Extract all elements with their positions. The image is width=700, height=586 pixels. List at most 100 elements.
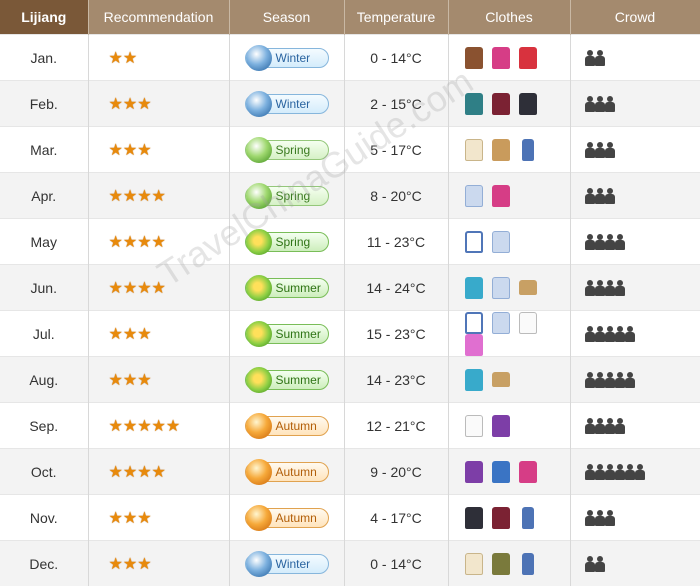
recommendation-cell: ★★★★★ <box>88 403 229 449</box>
clothes-cell <box>448 35 570 81</box>
person-icon <box>605 464 615 480</box>
clothes-cell <box>448 403 570 449</box>
star-icon: ★ <box>137 188 151 205</box>
person-icon <box>615 326 625 342</box>
person-icon <box>585 556 595 572</box>
star-icon: ★ <box>123 510 137 527</box>
spring-season-icon <box>246 137 272 163</box>
shirt-white-icon <box>519 312 537 334</box>
clothes-cell <box>448 219 570 265</box>
season-cell: Summer <box>229 357 344 403</box>
season-cell: Autumn <box>229 495 344 541</box>
autumn-season-icon <box>246 459 272 485</box>
star-icon: ★ <box>109 510 123 527</box>
season-cell: Spring <box>229 219 344 265</box>
star-icon: ★ <box>123 234 137 251</box>
month-cell: Jun. <box>0 265 88 311</box>
person-icon <box>605 280 615 296</box>
person-icon <box>585 142 595 158</box>
lijiang-weather-table: Lijiang Recommendation Season Temperatur… <box>0 0 700 586</box>
coat-tan-icon <box>492 139 510 161</box>
star-icon: ★ <box>152 188 166 205</box>
star-icon: ★ <box>109 418 123 435</box>
star-icon: ★ <box>109 188 123 205</box>
season-label: Winter <box>276 557 311 571</box>
recommendation-cell: ★★★ <box>88 541 229 586</box>
autumn-season-icon <box>246 413 272 439</box>
recommendation-cell: ★★★★ <box>88 449 229 495</box>
sweater-purple-icon <box>465 461 483 483</box>
season-label: Autumn <box>276 419 317 433</box>
month-cell: Mar. <box>0 127 88 173</box>
person-icon <box>605 142 615 158</box>
star-icon: ★ <box>109 234 123 251</box>
season-cell: Spring <box>229 173 344 219</box>
season-badge: Autumn <box>245 416 329 436</box>
table-row: Mar.★★★Spring5 - 17°C <box>0 127 700 173</box>
crowd-cell <box>570 81 700 127</box>
star-icon: ★ <box>137 556 151 573</box>
star-icon: ★ <box>123 188 137 205</box>
recommendation-cell: ★★★ <box>88 81 229 127</box>
season-label: Summer <box>276 327 321 341</box>
sweater-cream-icon <box>465 553 483 575</box>
star-icon: ★ <box>137 234 151 251</box>
tee-raglan-icon <box>465 231 483 253</box>
temperature-cell: 8 - 20°C <box>344 173 448 219</box>
star-icon: ★ <box>166 418 180 435</box>
month-cell: Feb. <box>0 81 88 127</box>
table-row: Apr.★★★★Spring8 - 20°C <box>0 173 700 219</box>
star-icon: ★ <box>109 142 123 159</box>
temperature-cell: 4 - 17°C <box>344 495 448 541</box>
season-cell: Summer <box>229 311 344 357</box>
header-season: Season <box>229 0 344 35</box>
winter-season-icon <box>246 45 272 71</box>
person-icon <box>595 142 605 158</box>
jeans-icon <box>522 553 534 575</box>
month-cell: Jul. <box>0 311 88 357</box>
star-icon: ★ <box>109 556 123 573</box>
winter-season-icon <box>246 91 272 117</box>
recommendation-cell: ★★★★ <box>88 265 229 311</box>
temperature-cell: 15 - 23°C <box>344 311 448 357</box>
star-icon: ★ <box>109 96 123 113</box>
recommendation-cell: ★★★★ <box>88 219 229 265</box>
sweater-purple-icon <box>492 415 510 437</box>
person-icon <box>615 372 625 388</box>
season-badge: Spring <box>245 186 329 206</box>
crowd-cell <box>570 173 700 219</box>
jacket-black-icon <box>519 93 537 115</box>
crowd-cell <box>570 265 700 311</box>
season-badge: Winter <box>245 94 329 114</box>
varsity-icon <box>492 93 510 115</box>
star-icon: ★ <box>109 50 123 67</box>
header-temperature: Temperature <box>344 0 448 35</box>
season-badge: Summer <box>245 324 329 344</box>
shirt-white-icon <box>465 415 483 437</box>
person-icon <box>595 418 605 434</box>
star-icon: ★ <box>137 142 151 159</box>
month-cell: Aug. <box>0 357 88 403</box>
spring-season-icon <box>246 183 272 209</box>
table-row: Jul.★★★Summer15 - 23°C <box>0 311 700 357</box>
star-icon: ★ <box>137 326 151 343</box>
jacket-blue-icon <box>492 461 510 483</box>
person-icon <box>605 234 615 250</box>
temperature-cell: 0 - 14°C <box>344 35 448 81</box>
header-recommendation: Recommendation <box>88 0 229 35</box>
jeans-icon <box>522 139 534 161</box>
star-icon: ★ <box>109 464 123 481</box>
temperature-cell: 0 - 14°C <box>344 541 448 586</box>
person-icon <box>595 96 605 112</box>
month-cell: Dec. <box>0 541 88 586</box>
table-header-row: Lijiang Recommendation Season Temperatur… <box>0 0 700 35</box>
season-label: Spring <box>276 235 311 249</box>
clothes-cell <box>448 173 570 219</box>
star-icon: ★ <box>137 464 151 481</box>
table-row: Jun.★★★★Summer14 - 24°C <box>0 265 700 311</box>
month-cell: Oct. <box>0 449 88 495</box>
tee-cyan-icon <box>465 277 483 299</box>
crowd-cell <box>570 495 700 541</box>
star-icon: ★ <box>123 142 137 159</box>
month-cell: Sep. <box>0 403 88 449</box>
